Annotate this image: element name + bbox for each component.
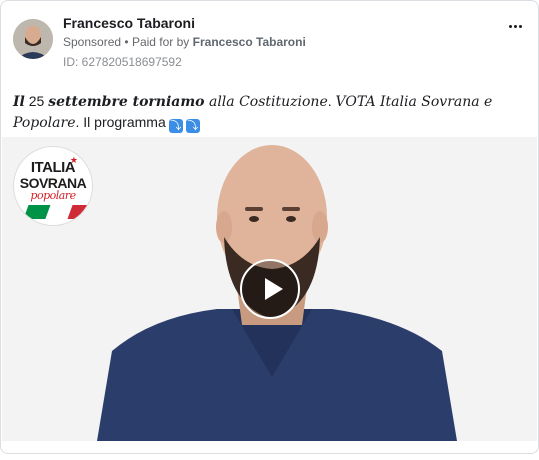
logo-line-3: popolare — [30, 189, 76, 202]
paid-for-prefix: Paid for by — [131, 35, 190, 49]
italian-flag-stripe — [23, 205, 92, 219]
more-options-icon[interactable] — [504, 19, 526, 33]
separator-dot: • — [124, 35, 129, 49]
play-icon[interactable] — [240, 259, 300, 319]
party-logo: ★ ITALIA SOVRANA popolare — [13, 146, 93, 226]
sponsored-label: Sponsored — [63, 35, 122, 49]
caption-part: . — [327, 93, 336, 109]
ad-card: Francesco Tabaroni Sponsored • Paid for … — [0, 0, 539, 454]
caption-part: 25 — [24, 93, 49, 109]
page-name[interactable]: Francesco Tabaroni — [63, 15, 195, 31]
caption-part: Il — [13, 94, 25, 110]
paid-for-name: Francesco Tabaroni — [192, 35, 306, 49]
caption-part: settembre torniamo — [48, 94, 205, 110]
ad-id: ID: 627820518697592 — [63, 55, 182, 69]
sponsored-line: Sponsored • Paid for by Francesco Tabaro… — [63, 35, 306, 49]
logo-line-1: ITALIA — [30, 159, 76, 176]
caption-part: . Il programma — [75, 114, 166, 130]
avatar[interactable] — [13, 19, 53, 59]
arrow-down-emoji-icon: ⤵ — [168, 119, 183, 133]
ad-caption: Il 25 settembre torniamo alla Costituzio… — [13, 91, 528, 133]
caption-part: alla Costituzione — [204, 94, 328, 110]
ad-header: Francesco Tabaroni Sponsored • Paid for … — [13, 13, 526, 73]
arrow-down-emoji-icon: ⤵ — [185, 119, 200, 133]
